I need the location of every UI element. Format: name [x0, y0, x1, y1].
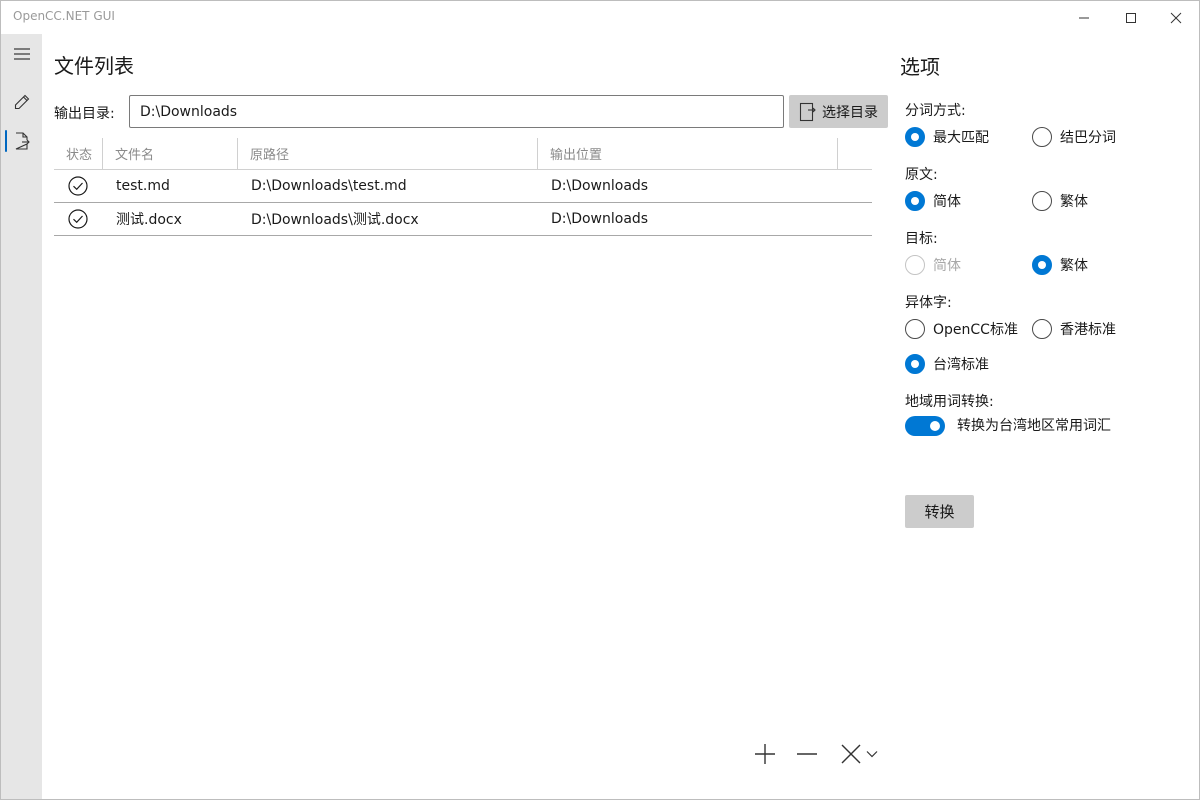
- hamburger-menu-icon: [13, 48, 30, 60]
- segmentation-label: 分词方式:: [905, 103, 966, 119]
- column-separator[interactable]: [237, 138, 238, 169]
- remove-icon: [797, 753, 817, 755]
- add-icon: [755, 744, 775, 764]
- radio-label: 繁体: [1060, 194, 1088, 210]
- radio-label: 台湾标准: [933, 357, 989, 373]
- regional-label: 地域用词转换:: [905, 394, 994, 410]
- target-label: 目标:: [905, 231, 938, 247]
- source-label: 原文:: [905, 167, 938, 183]
- toggle-knob: [930, 421, 940, 431]
- regional-toggle-switch[interactable]: [905, 416, 945, 436]
- pencil-icon: [14, 94, 29, 110]
- radio-dot: [1032, 191, 1052, 211]
- file-list-panel: 文件列表 输出目录: 选择目录 状态 文件名 原路径 输出位置 test.md …: [42, 34, 892, 799]
- file-name-cell: test.md: [116, 178, 170, 194]
- radio-label: 最大匹配: [933, 130, 989, 146]
- choose-directory-label: 选择目录: [822, 104, 878, 121]
- source-path-cell: D:\Downloads\test.md: [251, 178, 407, 194]
- radio-dot: [905, 319, 925, 339]
- page-title: 文件列表: [54, 54, 134, 78]
- radio-source-simplified[interactable]: 简体: [905, 190, 961, 212]
- column-separator[interactable]: [102, 138, 103, 169]
- options-title: 选项: [900, 55, 940, 79]
- app-title: OpenCC.NET GUI: [13, 9, 115, 23]
- radio-variant-opencc[interactable]: OpenCC标准: [905, 318, 1018, 340]
- column-header-output[interactable]: 输出位置: [550, 138, 602, 169]
- output-path-cell: D:\Downloads: [551, 211, 649, 227]
- radio-label: 香港标准: [1060, 322, 1116, 338]
- check-circle-icon: [68, 209, 88, 229]
- table-header: 状态 文件名 原路径 输出位置: [54, 138, 872, 170]
- output-path-cell: D:\Downloads: [551, 178, 649, 194]
- maximize-button[interactable]: [1108, 1, 1154, 34]
- radio-dot: [905, 127, 925, 147]
- remove-file-button[interactable]: [789, 740, 825, 768]
- column-header-source[interactable]: 原路径: [250, 138, 289, 169]
- radio-variant-taiwan[interactable]: 台湾标准: [905, 353, 989, 375]
- minimize-button[interactable]: [1061, 1, 1107, 34]
- radio-label: 简体: [933, 258, 961, 274]
- file-name-cell: 测试.docx: [116, 212, 182, 228]
- clear-files-button[interactable]: [833, 740, 885, 768]
- radio-source-traditional[interactable]: 繁体: [1032, 190, 1088, 212]
- radio-label: 简体: [933, 194, 961, 210]
- regional-toggle-label: 转换为台湾地区常用词汇: [957, 418, 1111, 434]
- clear-icon: [841, 744, 861, 764]
- maximize-icon: [1126, 12, 1136, 23]
- radio-dot: [905, 255, 925, 275]
- convert-button[interactable]: 转换: [905, 495, 974, 528]
- source-path-cell: D:\Downloads\测试.docx: [251, 212, 419, 228]
- column-separator[interactable]: [537, 138, 538, 169]
- table-row[interactable]: 测试.docx D:\Downloads\测试.docx D:\Download…: [54, 203, 872, 236]
- folder-open-icon: [799, 102, 816, 121]
- radio-dot: [905, 354, 925, 374]
- chevron-down-icon: [866, 751, 878, 758]
- output-directory-label: 输出目录:: [54, 106, 115, 122]
- column-header-name[interactable]: 文件名: [115, 138, 154, 169]
- file-table: 状态 文件名 原路径 输出位置 test.md D:\Downloads\tes…: [54, 138, 872, 236]
- radio-dot: [1032, 127, 1052, 147]
- close-icon: [1170, 12, 1182, 23]
- choose-directory-button[interactable]: 选择目录: [789, 95, 888, 128]
- menu-button[interactable]: [1, 34, 42, 74]
- radio-label: 繁体: [1060, 258, 1088, 274]
- radio-variant-hongkong[interactable]: 香港标准: [1032, 318, 1116, 340]
- radio-label: OpenCC标准: [933, 322, 1018, 338]
- radio-max-match[interactable]: 最大匹配: [905, 126, 989, 148]
- radio-target-traditional[interactable]: 繁体: [1032, 254, 1088, 276]
- table-row[interactable]: test.md D:\Downloads\test.md D:\Download…: [54, 170, 872, 203]
- variant-label: 异体字:: [905, 295, 952, 311]
- app-window: OpenCC.NET GUI 文件列表 输出目录: 选择目录: [0, 0, 1200, 800]
- title-bar: OpenCC.NET GUI: [1, 1, 1199, 34]
- nav-edit-button[interactable]: [1, 82, 42, 122]
- close-button[interactable]: [1153, 1, 1199, 34]
- add-file-button[interactable]: [747, 740, 783, 768]
- column-header-status[interactable]: 状态: [66, 138, 92, 169]
- nav-files-button[interactable]: [1, 121, 42, 161]
- options-panel: 选项 分词方式: 最大匹配 结巴分词 原文: 简体 繁体 目标: 简体 繁体 异…: [892, 34, 1199, 799]
- document-export-icon: [15, 132, 30, 150]
- navigation-rail: [1, 34, 42, 799]
- output-directory-input[interactable]: [129, 95, 784, 128]
- radio-label: 结巴分词: [1060, 130, 1116, 146]
- radio-dot: [1032, 255, 1052, 275]
- active-indicator: [5, 130, 7, 152]
- radio-jieba[interactable]: 结巴分词: [1032, 126, 1116, 148]
- radio-target-simplified: 简体: [905, 254, 961, 276]
- column-separator[interactable]: [837, 138, 838, 169]
- radio-dot: [1032, 319, 1052, 339]
- check-circle-icon: [68, 176, 88, 196]
- radio-dot: [905, 191, 925, 211]
- minimize-icon: [1079, 17, 1089, 18]
